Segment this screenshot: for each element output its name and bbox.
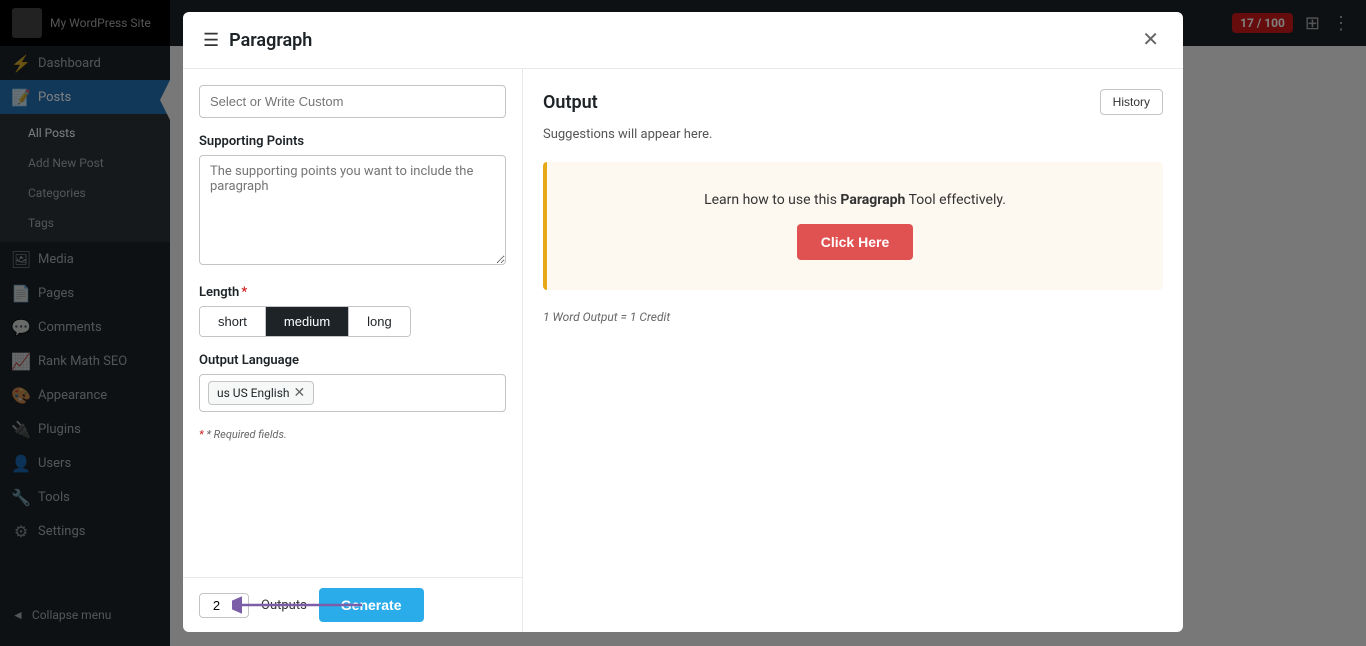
output-language-group: Output Language us US English ✕ xyxy=(199,353,506,412)
modal-right-scroll[interactable]: Output History Suggestions will appear h… xyxy=(523,69,1183,632)
info-box: Learn how to use this Paragraph Tool eff… xyxy=(543,162,1163,290)
modal-footer: Outputs Generate xyxy=(183,577,522,632)
length-button-group: short medium long xyxy=(199,306,411,337)
supporting-points-textarea[interactable] xyxy=(199,155,506,265)
language-tag: us US English ✕ xyxy=(208,381,314,405)
paragraph-modal: ☰ Paragraph ✕ Supporting Points xyxy=(183,12,1183,632)
modal-close-button[interactable]: ✕ xyxy=(1138,26,1163,54)
arrow-annotation xyxy=(232,590,372,620)
output-suggestion: Suggestions will appear here. xyxy=(543,127,1163,142)
length-short-button[interactable]: short xyxy=(200,307,266,336)
click-here-button[interactable]: Click Here xyxy=(797,224,913,260)
supporting-points-group: Supporting Points xyxy=(199,134,506,269)
select-custom-input[interactable] xyxy=(199,85,506,118)
history-button[interactable]: History xyxy=(1100,89,1163,115)
modal-body: Supporting Points Length* short medium l… xyxy=(183,69,1183,632)
modal-left-panel: Supporting Points Length* short medium l… xyxy=(183,69,523,632)
language-tag-remove[interactable]: ✕ xyxy=(294,386,306,400)
supporting-points-label: Supporting Points xyxy=(199,134,506,149)
length-medium-button[interactable]: medium xyxy=(266,307,349,336)
info-box-text: Learn how to use this Paragraph Tool eff… xyxy=(571,192,1139,208)
length-label: Length* xyxy=(199,285,506,300)
modal-overlay: ☰ Paragraph ✕ Supporting Points xyxy=(0,0,1366,646)
credit-note: 1 Word Output = 1 Credit xyxy=(543,310,1163,324)
length-long-button[interactable]: long xyxy=(349,307,410,336)
language-tag-text: us US English xyxy=(217,386,290,400)
output-title: Output xyxy=(543,92,598,113)
required-note: * * Required fields. xyxy=(199,428,506,441)
select-custom-group xyxy=(199,85,506,118)
output-language-label: Output Language xyxy=(199,353,506,368)
modal-header-left: ☰ Paragraph xyxy=(203,30,312,51)
modal-left-scroll[interactable]: Supporting Points Length* short medium l… xyxy=(183,69,522,577)
modal-right-panel: Output History Suggestions will appear h… xyxy=(523,69,1183,632)
modal-header: ☰ Paragraph ✕ xyxy=(183,12,1183,69)
language-input-wrap: us US English ✕ xyxy=(199,374,506,412)
modal-title: Paragraph xyxy=(229,30,312,51)
hamburger-icon[interactable]: ☰ xyxy=(203,30,219,51)
output-header: Output History xyxy=(543,89,1163,115)
length-group: Length* short medium long xyxy=(199,285,506,337)
